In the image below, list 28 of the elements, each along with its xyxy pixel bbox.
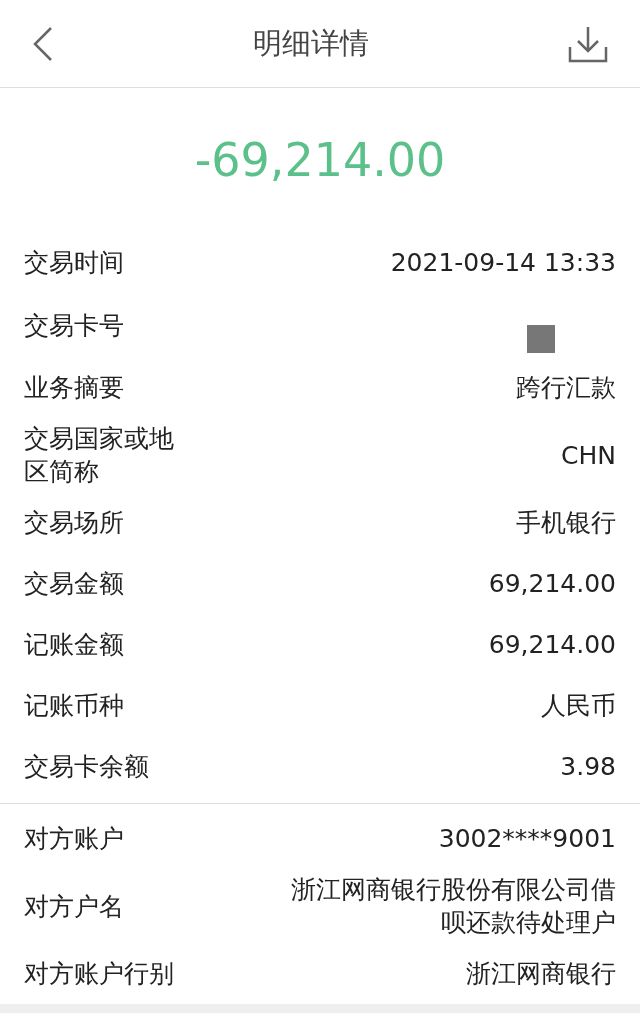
field-value: 3002****9001 bbox=[438, 823, 616, 855]
field-label: 记账金额 bbox=[24, 629, 125, 661]
field-value: 浙江网商银行 bbox=[466, 958, 616, 990]
field-label: 交易卡余额 bbox=[24, 751, 150, 783]
field-value: 浙江网商银行股份有限公司借呗还款待处理户 bbox=[290, 874, 616, 939]
transaction-amount: -69,214.00 bbox=[194, 131, 446, 189]
page-title: 明细详情 bbox=[253, 24, 369, 62]
field-value: 手机银行 bbox=[516, 507, 616, 539]
field-value: 69,214.00 bbox=[488, 568, 616, 600]
field-label: 交易国家或地区简称 bbox=[24, 423, 175, 488]
download-icon[interactable] bbox=[568, 24, 608, 63]
field-value: 3.98 bbox=[560, 751, 616, 783]
field-value: 2021-09-14 13:33 bbox=[390, 247, 616, 279]
redaction-block bbox=[527, 325, 555, 353]
field-label: 对方账户行别 bbox=[24, 958, 175, 990]
field-label: 交易时间 bbox=[24, 247, 125, 279]
field-value: 人民币 bbox=[541, 690, 616, 722]
field-value: CHN bbox=[561, 439, 616, 472]
field-label: 业务摘要 bbox=[24, 372, 125, 404]
field-label: 交易场所 bbox=[24, 507, 125, 539]
field-value: 69,214.00 bbox=[488, 629, 616, 661]
field-label: 交易卡号 bbox=[24, 309, 125, 342]
field-value: 跨行汇款 bbox=[516, 372, 616, 404]
field-label: 记账币种 bbox=[24, 690, 125, 722]
field-label: 交易金额 bbox=[24, 568, 125, 600]
back-icon[interactable] bbox=[32, 25, 54, 62]
field-label: 对方账户 bbox=[24, 823, 125, 855]
field-label: 对方户名 bbox=[24, 890, 125, 923]
